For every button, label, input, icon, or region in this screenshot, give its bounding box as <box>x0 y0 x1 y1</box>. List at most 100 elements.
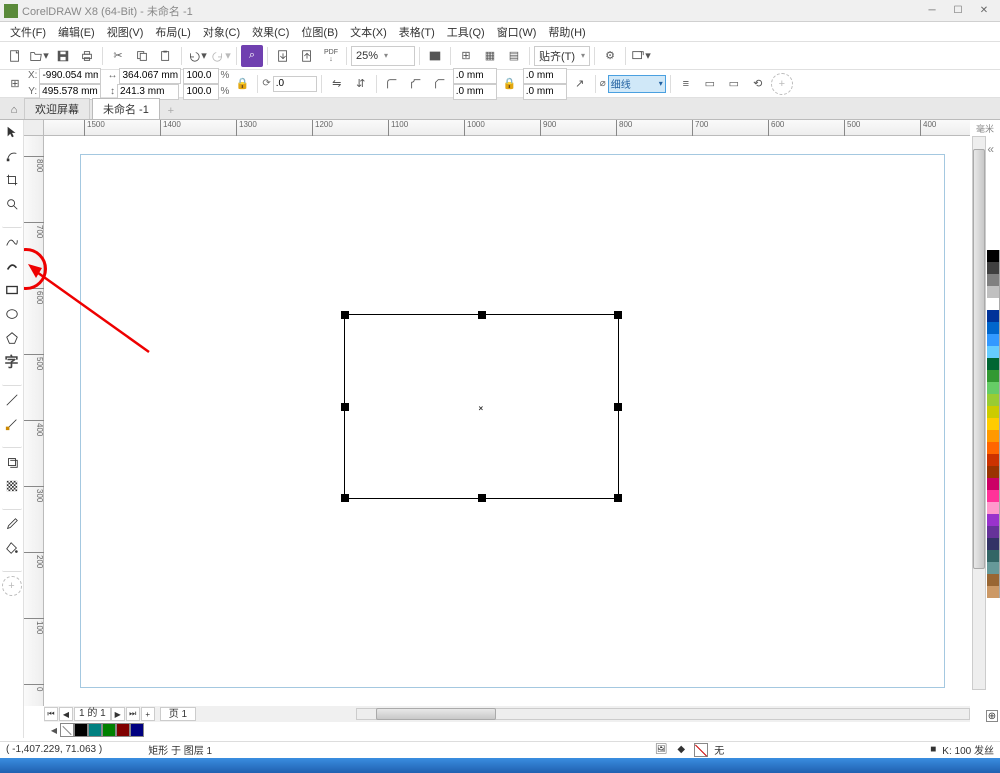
palette-no-color[interactable] <box>60 723 74 737</box>
selected-rectangle[interactable]: × <box>344 314 619 499</box>
color-strip-swatch[interactable] <box>987 454 1000 466</box>
close-button[interactable]: ✕ <box>972 3 996 19</box>
color-strip-swatch[interactable] <box>987 286 1000 298</box>
color-strip-swatch[interactable] <box>987 586 1000 598</box>
color-strip-swatch[interactable] <box>987 370 1000 382</box>
color-strip-swatch[interactable] <box>987 310 1000 322</box>
wrap-text-button[interactable]: ≡ <box>675 73 697 95</box>
palette-swatch[interactable] <box>130 723 144 737</box>
palette-swatch[interactable] <box>74 723 88 737</box>
outline-width-dropdown[interactable]: 细线 <box>608 75 666 93</box>
hscroll-thumb[interactable] <box>376 708 496 720</box>
snap-dropdown[interactable]: 贴齐(T) <box>534 46 590 66</box>
maximize-button[interactable]: ☐ <box>946 3 970 19</box>
menu-C[interactable]: 对象(C) <box>197 22 246 42</box>
launch-button[interactable]: ▾ <box>630 45 652 67</box>
color-strip-swatch[interactable] <box>987 406 1000 418</box>
show-grid-button[interactable]: ▦ <box>479 45 501 67</box>
eyedropper-tool[interactable] <box>2 514 22 534</box>
color-strip-swatch[interactable] <box>987 514 1000 526</box>
handle-top-middle[interactable] <box>478 311 486 319</box>
corner-tr-input[interactable] <box>523 68 567 84</box>
add-tab-button[interactable]: + <box>162 103 180 119</box>
menu-H[interactable]: 帮助(H) <box>542 22 591 42</box>
vscroll-thumb[interactable] <box>973 149 985 569</box>
menu-F[interactable]: 文件(F) <box>4 22 52 42</box>
pick-tool[interactable] <box>2 122 22 142</box>
color-strip-swatch[interactable] <box>987 394 1000 406</box>
document-tab[interactable]: 未命名 -1 <box>92 98 160 119</box>
vertical-scrollbar[interactable] <box>972 136 986 690</box>
show-guides-button[interactable]: ▤ <box>503 45 525 67</box>
palette-swatch[interactable] <box>116 723 130 737</box>
back-of-layer-button[interactable]: ▭ <box>723 73 745 95</box>
width-input[interactable] <box>119 68 181 84</box>
drawing-canvas[interactable]: × <box>44 136 970 706</box>
menu-Q[interactable]: 工具(Q) <box>441 22 491 42</box>
fullscreen-button[interactable] <box>424 45 446 67</box>
first-page-button[interactable]: ⏮ <box>44 707 58 721</box>
shape-tool[interactable] <box>2 146 22 166</box>
menu-E[interactable]: 编辑(E) <box>52 22 101 42</box>
print-button[interactable] <box>76 45 98 67</box>
welcome-tab[interactable]: 欢迎屏幕 <box>24 98 90 119</box>
color-strip-swatch[interactable] <box>987 274 1000 286</box>
corner-bl-input[interactable] <box>453 84 497 100</box>
color-strip-swatch[interactable] <box>987 430 1000 442</box>
corner-lock-button[interactable]: 🔒 <box>499 73 521 95</box>
navigator-button[interactable]: ⊕ <box>986 710 998 722</box>
handle-bottom-left[interactable] <box>341 494 349 502</box>
page-1-tab[interactable]: 页 1 <box>160 707 196 721</box>
palette-swatch[interactable] <box>102 723 116 737</box>
scale-y-input[interactable] <box>183 84 219 100</box>
redo-button[interactable]: ▾ <box>210 45 232 67</box>
color-proof-icon[interactable]: 🖼 <box>654 743 668 757</box>
color-strip-swatch[interactable] <box>987 250 1000 262</box>
handle-top-right[interactable] <box>614 311 622 319</box>
fill-tool[interactable] <box>2 538 22 558</box>
color-strip-swatch[interactable] <box>987 442 1000 454</box>
next-page-button[interactable]: ▶ <box>111 707 125 721</box>
paste-button[interactable] <box>155 45 177 67</box>
docker-collapse-icon[interactable]: « <box>987 142 994 156</box>
color-strip-swatch[interactable] <box>987 478 1000 490</box>
vertical-ruler[interactable]: 8007006005004003002001000 <box>24 136 44 706</box>
search-button[interactable]: ⌕ <box>241 45 263 67</box>
customize-toolbox-button[interactable]: + <box>2 576 22 596</box>
corner-scallop-button[interactable] <box>405 73 427 95</box>
lock-ratio-button[interactable]: 🔒 <box>231 73 253 95</box>
drop-shadow-tool[interactable] <box>2 452 22 472</box>
transparency-tool[interactable] <box>2 476 22 496</box>
handle-bottom-right[interactable] <box>614 494 622 502</box>
publish-pdf-button[interactable]: PDF↓ <box>320 45 342 67</box>
cut-button[interactable]: ✂ <box>107 45 129 67</box>
ellipse-tool[interactable] <box>2 304 22 324</box>
color-strip-swatch[interactable] <box>987 358 1000 370</box>
color-strip-swatch[interactable] <box>987 490 1000 502</box>
minimize-button[interactable]: ─ <box>920 3 944 19</box>
color-strip-swatch[interactable] <box>987 466 1000 478</box>
quick-customize-button[interactable]: + <box>771 73 793 95</box>
save-button[interactable] <box>52 45 74 67</box>
home-tab[interactable]: ⌂ <box>4 101 24 119</box>
corner-br-input[interactable] <box>523 84 567 100</box>
front-of-layer-button[interactable]: ▭ <box>699 73 721 95</box>
menu-X[interactable]: 文本(X) <box>344 22 393 42</box>
horizontal-ruler[interactable]: 1500140013001200110010009008007006005004… <box>44 120 970 136</box>
new-doc-button[interactable] <box>4 45 26 67</box>
x-position-input[interactable] <box>39 68 101 84</box>
import-button[interactable] <box>272 45 294 67</box>
menu-B[interactable]: 位图(B) <box>295 22 344 42</box>
prev-page-button[interactable]: ◀ <box>59 707 73 721</box>
polygon-tool[interactable] <box>2 328 22 348</box>
horizontal-scrollbar[interactable] <box>356 707 970 721</box>
crop-tool[interactable] <box>2 170 22 190</box>
color-strip-swatch[interactable] <box>987 526 1000 538</box>
color-strip-swatch[interactable] <box>987 346 1000 358</box>
artistic-media-tool[interactable] <box>2 256 22 276</box>
corner-chamfer-button[interactable] <box>429 73 451 95</box>
connector-tool[interactable] <box>2 414 22 434</box>
scale-x-input[interactable] <box>183 68 219 84</box>
handle-middle-right[interactable] <box>614 403 622 411</box>
color-strip-swatch[interactable] <box>987 502 1000 514</box>
